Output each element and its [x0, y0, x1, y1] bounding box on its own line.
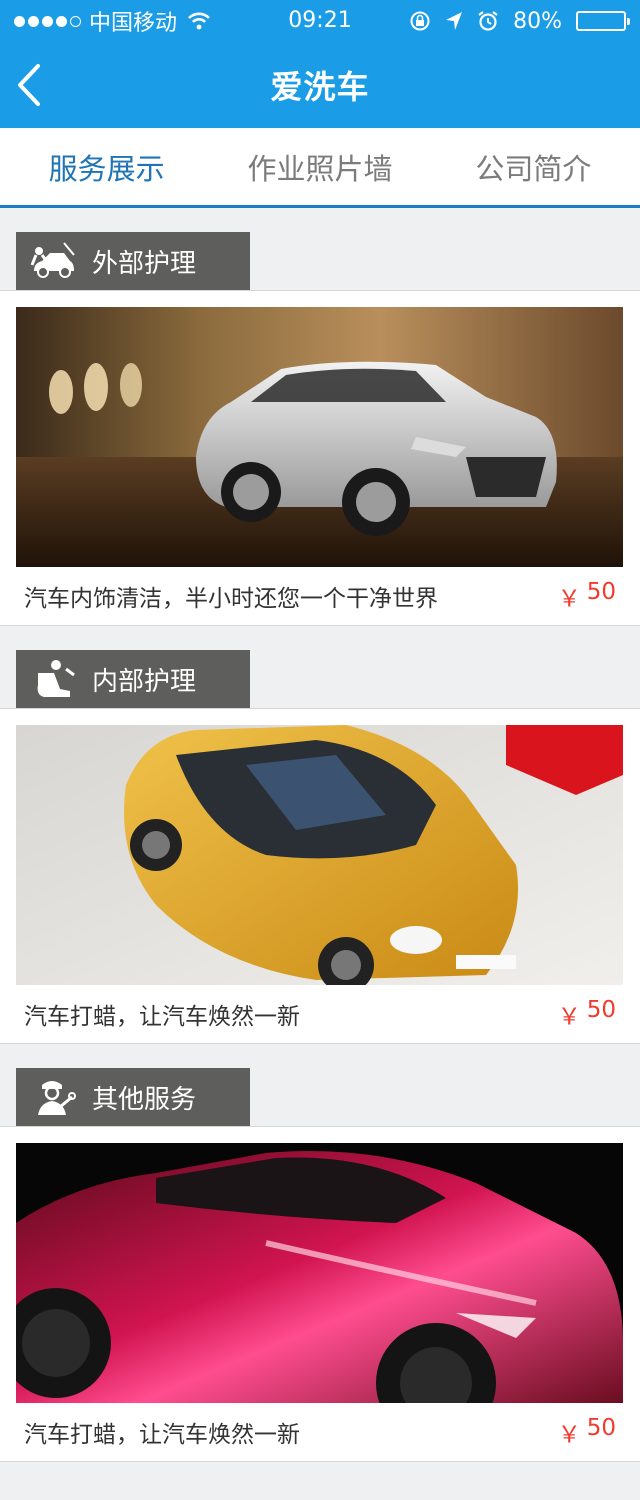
tab-bar: 服务展示 作业照片墙 公司简介: [0, 128, 640, 208]
card-info-row: 汽车内饰清洁，半小时还您一个干净世界 ￥ 50: [16, 567, 624, 625]
section-title: 外部护理: [92, 248, 197, 279]
tab-service-display[interactable]: 服务展示: [0, 128, 213, 205]
currency-symbol: ￥: [557, 1004, 581, 1030]
price-value: 50: [586, 579, 616, 605]
currency-symbol: ￥: [557, 586, 581, 612]
section-title: 其他服务: [92, 1084, 197, 1115]
card-info-row: 汽车打蜡，让汽车焕然一新 ￥ 50: [16, 985, 624, 1043]
car-wash-icon: [30, 242, 75, 278]
service-price: ￥ 50: [558, 579, 616, 613]
section-header: 其他服务: [16, 1068, 250, 1126]
status-time: 09:21: [288, 8, 352, 33]
service-card[interactable]: 汽车打蜡，让汽车焕然一新 ￥ 50: [0, 1126, 640, 1462]
battery-icon: [576, 11, 630, 31]
red-concept-car-photo: [16, 1143, 623, 1403]
card-info-row: 汽车打蜡，让汽车焕然一新 ￥ 50: [16, 1403, 624, 1461]
nav-bar: 爱洗车: [0, 42, 640, 128]
car-seat-icon: [37, 660, 75, 697]
yellow-compact-car-photo: [16, 725, 623, 985]
service-price: ￥ 50: [558, 997, 616, 1031]
service-card[interactable]: 汽车打蜡，让汽车焕然一新 ￥ 50: [0, 708, 640, 1044]
service-section-interior: 内部护理 汽车打蜡，让汽车焕然一新 ￥ 50: [0, 650, 640, 1044]
tab-company-profile[interactable]: 公司简介: [427, 128, 640, 205]
section-header: 外部护理: [16, 232, 250, 290]
currency-symbol: ￥: [557, 1422, 581, 1448]
service-description: 汽车打蜡，让汽车焕然一新: [24, 1004, 300, 1030]
status-bar: 中国移动 09:21 80%: [0, 0, 640, 42]
mechanic-icon: [38, 1081, 76, 1115]
service-section-exterior: 外部护理 汽车内饰清洁，半小时还您一个干净世界 ￥ 50: [0, 232, 640, 626]
section-header: 内部护理: [16, 650, 250, 708]
service-price: ￥ 50: [558, 1415, 616, 1449]
service-card[interactable]: 汽车内饰清洁，半小时还您一个干净世界 ￥ 50: [0, 290, 640, 626]
back-arrow-icon[interactable]: [14, 62, 44, 108]
silver-hatchback-photo: [16, 307, 623, 567]
service-description: 汽车打蜡，让汽车焕然一新: [24, 1422, 300, 1448]
tab-work-photo-wall[interactable]: 作业照片墙: [213, 128, 426, 205]
page-title: 爱洗车: [270, 68, 370, 106]
service-description: 汽车内饰清洁，半小时还您一个干净世界: [24, 586, 438, 612]
service-section-other: 其他服务 汽车打蜡，让汽车焕然一新 ￥ 50: [0, 1068, 640, 1462]
price-value: 50: [586, 1415, 616, 1441]
section-title: 内部护理: [92, 666, 197, 697]
top-bar: 中国移动 09:21 80% 爱洗车: [0, 0, 640, 128]
price-value: 50: [586, 997, 616, 1023]
